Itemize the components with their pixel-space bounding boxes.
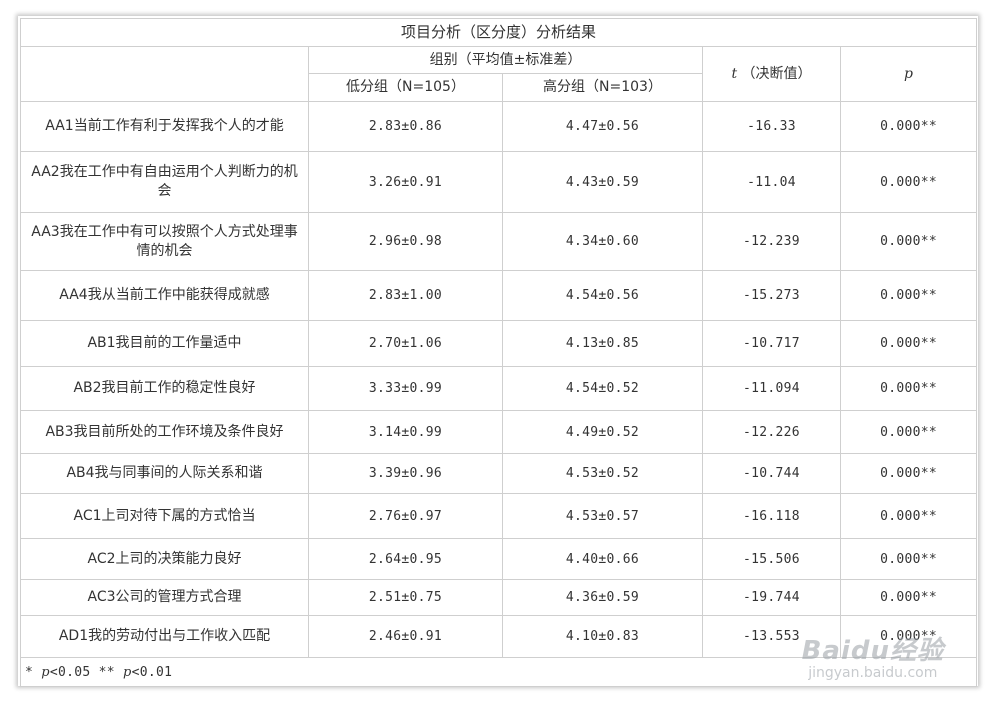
t-symbol: t [731,65,738,82]
p-value-cell: 0.000** [839,615,978,658]
group-header: 组别（平均值±标准差） [308,46,703,74]
item-cell: AB1我目前的工作量适中 [20,320,309,367]
analysis-table: 项目分析（区分度）分析结果 组别（平均值±标准差） t （决断值） p 低分组（… [19,18,978,687]
table-row: AA3我在工作中有可以按照个人方式处理事情的机会 2.96±0.98 4.34±0.… [20,212,978,271]
item-cell: AB4我与同事间的人际关系和谐 [20,453,309,494]
item-cell: AB3我目前所处的工作环境及条件良好 [20,410,309,454]
t-header-label: （决断值） [741,65,812,82]
low-group-cell: 2.76±0.97 [308,493,503,539]
low-group-cell: 3.26±0.91 [308,151,503,213]
p-value-cell: 0.000** [839,366,978,411]
t-value-cell: -15.273 [702,270,841,321]
item-cell: AC2上司的决策能力良好 [20,538,309,580]
item-cell: AA4我从当前工作中能获得成就感 [20,270,309,321]
t-value-cell: -10.717 [702,320,841,367]
note-part: p [41,664,50,680]
p-header: p [839,46,978,102]
t-value-cell: -16.33 [702,101,841,152]
p-value-cell: 0.000** [839,101,978,152]
item-cell: AD1我的劳动付出与工作收入匹配 [20,615,309,658]
significance-note: * p<0.05 ** p<0.01 [19,657,978,687]
p-value-cell: 0.000** [839,151,978,213]
table-row: AA2我在工作中有自由运用个人判断力的机会 3.26±0.91 4.43±0.59-… [20,151,978,213]
t-value-cell: -13.553 [702,615,841,658]
low-group-cell: 2.96±0.98 [308,212,503,271]
t-value-cell: -11.04 [702,151,841,213]
low-group-cell: 2.83±0.86 [308,101,503,152]
high-group-cell: 4.53±0.57 [502,493,703,539]
table-row: AB4我与同事间的人际关系和谐 3.39±0.96 4.53±0.52 -10.744… [20,453,978,494]
low-group-cell: 2.64±0.95 [308,538,503,580]
table-row: AA4我从当前工作中能获得成就感 2.83±1.00 4.54±0.56 -15.27… [20,270,978,321]
high-group-cell: 4.43±0.59 [502,151,703,213]
p-value-cell: 0.000** [839,320,978,367]
t-value-cell: -11.094 [702,366,841,411]
t-value-cell: -15.506 [702,538,841,580]
high-group-cell: 4.54±0.52 [502,366,703,411]
item-cell: AA2我在工作中有自由运用个人判断力的机会 [20,151,309,213]
high-group-cell: 4.49±0.52 [502,410,703,454]
note-part: p [123,664,132,680]
high-group-header: 高分组（N=103） [502,73,703,102]
table-title: 项目分析（区分度）分析结果 [19,18,978,47]
note-part: <0.05 ** [49,664,124,680]
table-row: AB1我目前的工作量适中 2.70±1.06 4.13±0.85 -10.717 0.0… [20,320,978,367]
table-row: AB3我目前所处的工作环境及条件良好 3.14±0.99 4.49±0.52 -12.… [20,410,978,454]
high-group-cell: 4.53±0.52 [502,453,703,494]
item-cell: AA3我在工作中有可以按照个人方式处理事情的机会 [20,212,309,271]
table-row: AA1当前工作有利于发挥我个人的才能 2.83±0.86 4.47±0.56 -16.… [20,101,978,152]
table-row: AC3公司的管理方式合理 2.51±0.75 4.36±0.59 -19.744 0.0… [20,579,978,616]
table-row: AC2上司的决策能力良好 2.64±0.95 4.40±0.66 -15.506 0.0… [20,538,978,580]
p-value-cell: 0.000** [839,579,978,616]
low-group-cell: 2.46±0.91 [308,615,503,658]
high-group-cell: 4.54±0.56 [502,270,703,321]
item-header [20,46,309,102]
item-cell: AC1上司对待下属的方式恰当 [20,493,309,539]
low-group-cell: 2.83±1.00 [308,270,503,321]
note-row: * p<0.05 ** p<0.01 [19,657,978,687]
p-value-cell: 0.000** [839,212,978,271]
p-value-cell: 0.000** [839,453,978,494]
t-value-cell: -10.744 [702,453,841,494]
t-value-cell: -12.239 [702,212,841,271]
t-value-cell: -19.744 [702,579,841,616]
t-value-cell: -12.226 [702,410,841,454]
low-group-cell: 3.39±0.96 [308,453,503,494]
high-group-cell: 4.13±0.85 [502,320,703,367]
low-group-cell: 2.70±1.06 [308,320,503,367]
p-value-cell: 0.000** [839,493,978,539]
p-value-cell: 0.000** [839,270,978,321]
low-group-cell: 2.51±0.75 [308,579,503,616]
note-part: <0.01 [131,664,173,680]
high-group-cell: 4.10±0.83 [502,615,703,658]
low-group-header: 低分组（N=105） [308,73,503,102]
table-row: AC1上司对待下属的方式恰当 2.76±0.97 4.53±0.57 -16.118 0… [20,493,978,539]
low-group-cell: 3.14±0.99 [308,410,503,454]
note-part: * [25,664,42,680]
p-value-cell: 0.000** [839,538,978,580]
item-cell: AC3公司的管理方式合理 [20,579,309,616]
t-header: t （决断值） [702,46,841,102]
p-value-cell: 0.000** [839,410,978,454]
high-group-cell: 4.34±0.60 [502,212,703,271]
table-row: AB2我目前工作的稳定性良好 3.33±0.99 4.54±0.52 -11.094 0… [20,366,978,411]
high-group-cell: 4.40±0.66 [502,538,703,580]
high-group-cell: 4.47±0.56 [502,101,703,152]
p-symbol: p [904,65,913,82]
table-row: AD1我的劳动付出与工作收入匹配 2.46±0.91 4.10±0.83 -13.55… [20,615,978,658]
t-value-cell: -16.118 [702,493,841,539]
item-cell: AA1当前工作有利于发挥我个人的才能 [20,101,309,152]
high-group-cell: 4.36±0.59 [502,579,703,616]
low-group-cell: 3.33±0.99 [308,366,503,411]
item-cell: AB2我目前工作的稳定性良好 [20,366,309,411]
